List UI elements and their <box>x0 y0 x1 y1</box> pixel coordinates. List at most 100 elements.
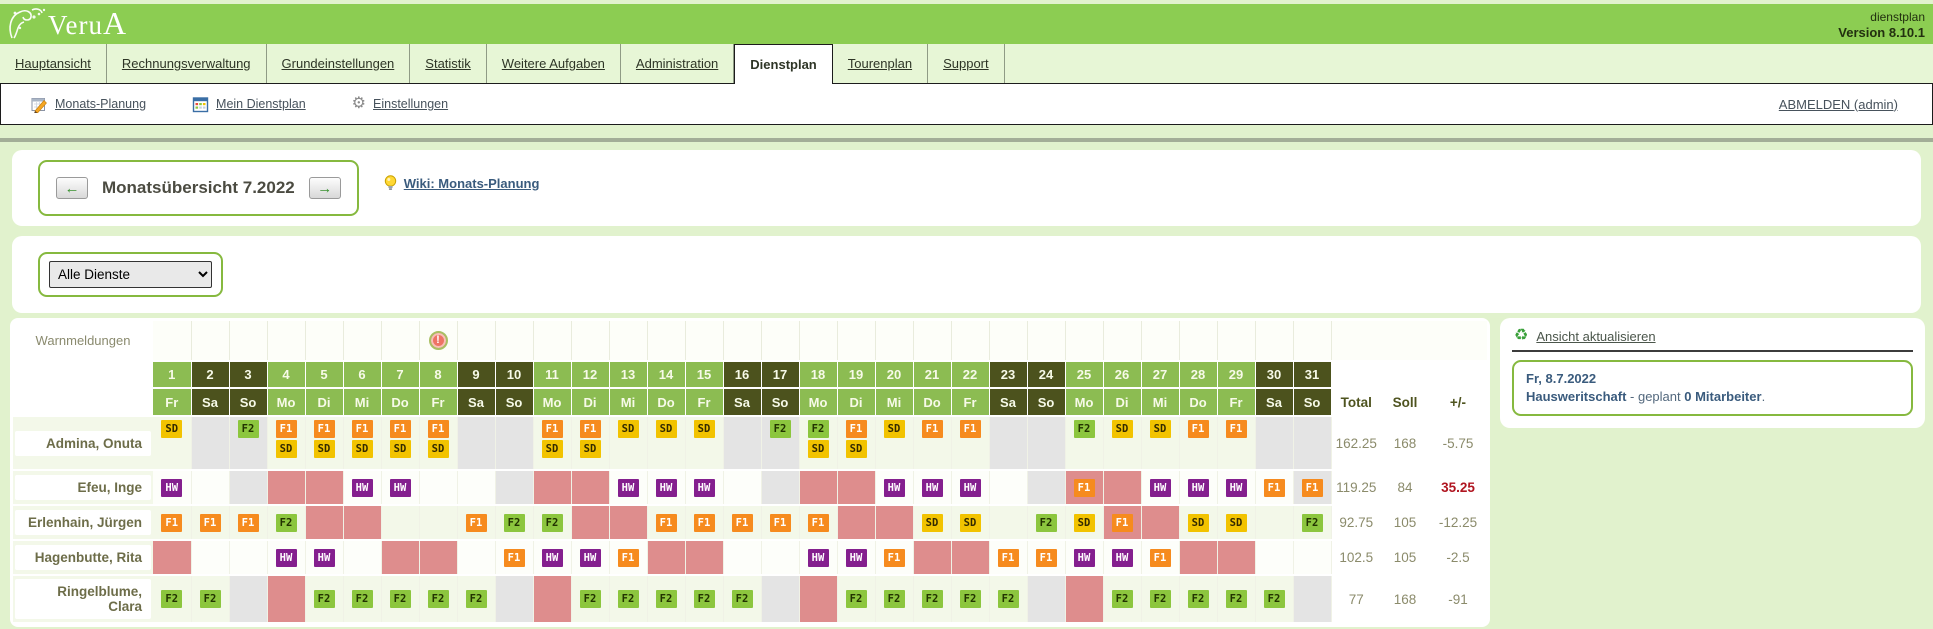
shift-cell-day-17[interactable] <box>761 470 799 505</box>
shift-cell-day-6[interactable]: HW <box>343 470 381 505</box>
shift-cell-day-24[interactable]: F2 <box>1027 505 1065 540</box>
day-number-header-8[interactable]: 8 <box>419 361 457 388</box>
shift-cell-day-26[interactable] <box>1103 470 1141 505</box>
shift-cell-day-26[interactable]: F2 <box>1103 575 1141 623</box>
shift-cell-day-6[interactable] <box>343 540 381 575</box>
day-number-header-7[interactable]: 7 <box>381 361 419 388</box>
wiki-link[interactable]: Wiki: Monats-Planung <box>404 176 540 191</box>
day-number-header-25[interactable]: 25 <box>1065 361 1103 388</box>
tab-dienstplan[interactable]: Dienstplan <box>734 44 832 84</box>
day-number-header-12[interactable]: 12 <box>571 361 609 388</box>
day-number-header-3[interactable]: 3 <box>229 361 267 388</box>
shift-cell-day-30[interactable]: F2 <box>1255 575 1293 623</box>
service-filter-select[interactable]: Alle Dienste <box>49 261 212 288</box>
shift-cell-day-29[interactable]: HW <box>1217 470 1255 505</box>
shift-cell-day-5[interactable]: F1SD <box>305 416 343 470</box>
shift-cell-day-26[interactable]: SD <box>1103 416 1141 470</box>
day-number-header-28[interactable]: 28 <box>1179 361 1217 388</box>
day-number-header-13[interactable]: 13 <box>609 361 647 388</box>
shift-cell-day-21[interactable]: HW <box>913 470 951 505</box>
shift-cell-day-1[interactable] <box>153 540 191 575</box>
day-number-header-19[interactable]: 19 <box>837 361 875 388</box>
shift-cell-day-8[interactable] <box>419 470 457 505</box>
shift-cell-day-4[interactable]: HW <box>267 540 305 575</box>
shift-cell-day-2[interactable] <box>191 470 229 505</box>
shift-cell-day-19[interactable]: HW <box>837 540 875 575</box>
tab-weitere-aufgaben[interactable]: Weitere Aufgaben <box>487 44 621 83</box>
shift-cell-day-11[interactable]: HW <box>533 540 571 575</box>
shift-cell-day-31[interactable] <box>1293 540 1331 575</box>
shift-cell-day-19[interactable]: F1SD <box>837 416 875 470</box>
shift-cell-day-27[interactable]: F1 <box>1141 540 1179 575</box>
shift-cell-day-17[interactable] <box>761 540 799 575</box>
shift-cell-day-20[interactable]: F1 <box>875 540 913 575</box>
day-number-header-5[interactable]: 5 <box>305 361 343 388</box>
day-number-header-24[interactable]: 24 <box>1027 361 1065 388</box>
shift-cell-day-5[interactable]: HW <box>305 540 343 575</box>
shift-cell-day-22[interactable]: F2 <box>951 575 989 623</box>
shift-cell-day-17[interactable] <box>761 575 799 623</box>
shift-cell-day-9[interactable] <box>457 470 495 505</box>
day-number-header-17[interactable]: 17 <box>761 361 799 388</box>
shift-cell-day-17[interactable]: F1 <box>761 505 799 540</box>
shift-cell-day-12[interactable] <box>571 470 609 505</box>
day-number-header-6[interactable]: 6 <box>343 361 381 388</box>
shift-cell-day-27[interactable]: F2 <box>1141 575 1179 623</box>
day-number-header-11[interactable]: 11 <box>533 361 571 388</box>
shift-cell-day-13[interactable]: F1 <box>609 540 647 575</box>
shift-cell-day-9[interactable]: F1 <box>457 505 495 540</box>
logout-link[interactable]: ABMELDEN (admin) <box>1779 97 1898 112</box>
shift-cell-day-19[interactable] <box>837 505 875 540</box>
shift-cell-day-27[interactable] <box>1141 505 1179 540</box>
tab-support[interactable]: Support <box>928 44 1005 83</box>
shift-cell-day-11[interactable]: F2 <box>533 505 571 540</box>
shift-cell-day-27[interactable]: SD <box>1141 416 1179 470</box>
shift-cell-day-20[interactable] <box>875 505 913 540</box>
shift-cell-day-25[interactable]: SD <box>1065 505 1103 540</box>
shift-cell-day-29[interactable] <box>1217 540 1255 575</box>
shift-cell-day-6[interactable]: F1SD <box>343 416 381 470</box>
shift-cell-day-5[interactable] <box>305 505 343 540</box>
shift-cell-day-26[interactable]: HW <box>1103 540 1141 575</box>
shift-cell-day-31[interactable]: F2 <box>1293 505 1331 540</box>
shift-cell-day-22[interactable]: F1 <box>951 416 989 470</box>
day-number-header-15[interactable]: 15 <box>685 361 723 388</box>
shift-cell-day-30[interactable] <box>1255 540 1293 575</box>
shift-cell-day-22[interactable] <box>951 540 989 575</box>
shift-cell-day-31[interactable]: F1 <box>1293 470 1331 505</box>
day-number-header-27[interactable]: 27 <box>1141 361 1179 388</box>
shift-cell-day-22[interactable]: HW <box>951 470 989 505</box>
day-number-header-30[interactable]: 30 <box>1255 361 1293 388</box>
shift-cell-day-27[interactable]: HW <box>1141 470 1179 505</box>
shift-cell-day-13[interactable]: HW <box>609 470 647 505</box>
shift-cell-day-18[interactable]: F2SD <box>799 416 837 470</box>
shift-cell-day-12[interactable] <box>571 505 609 540</box>
shift-cell-day-15[interactable]: SD <box>685 416 723 470</box>
tab-statistik[interactable]: Statistik <box>410 44 487 83</box>
shift-cell-day-21[interactable]: SD <box>913 505 951 540</box>
shift-cell-day-14[interactable]: SD <box>647 416 685 470</box>
shift-cell-day-15[interactable]: HW <box>685 470 723 505</box>
shift-cell-day-18[interactable]: HW <box>799 540 837 575</box>
shift-cell-day-5[interactable] <box>305 470 343 505</box>
day-number-header-4[interactable]: 4 <box>267 361 305 388</box>
shift-cell-day-3[interactable] <box>229 540 267 575</box>
day-number-header-31[interactable]: 31 <box>1293 361 1331 388</box>
shift-cell-day-1[interactable]: F1 <box>153 505 191 540</box>
prev-month-button[interactable]: ← <box>56 177 88 199</box>
shift-cell-day-28[interactable]: SD <box>1179 505 1217 540</box>
shift-cell-day-29[interactable]: F2 <box>1217 575 1255 623</box>
shift-cell-day-31[interactable] <box>1293 416 1331 470</box>
shift-cell-day-8[interactable] <box>419 540 457 575</box>
shift-cell-day-18[interactable] <box>799 575 837 623</box>
shift-cell-day-23[interactable] <box>989 416 1027 470</box>
shift-cell-day-10[interactable]: F2 <box>495 505 533 540</box>
shift-cell-day-21[interactable]: F2 <box>913 575 951 623</box>
shift-cell-day-25[interactable]: F1 <box>1065 470 1103 505</box>
day-number-header-10[interactable]: 10 <box>495 361 533 388</box>
shift-cell-day-3[interactable] <box>229 470 267 505</box>
shift-cell-day-29[interactable]: F1 <box>1217 416 1255 470</box>
shift-cell-day-10[interactable] <box>495 470 533 505</box>
shift-cell-day-11[interactable]: F1SD <box>533 416 571 470</box>
shift-cell-day-28[interactable]: F1 <box>1179 416 1217 470</box>
